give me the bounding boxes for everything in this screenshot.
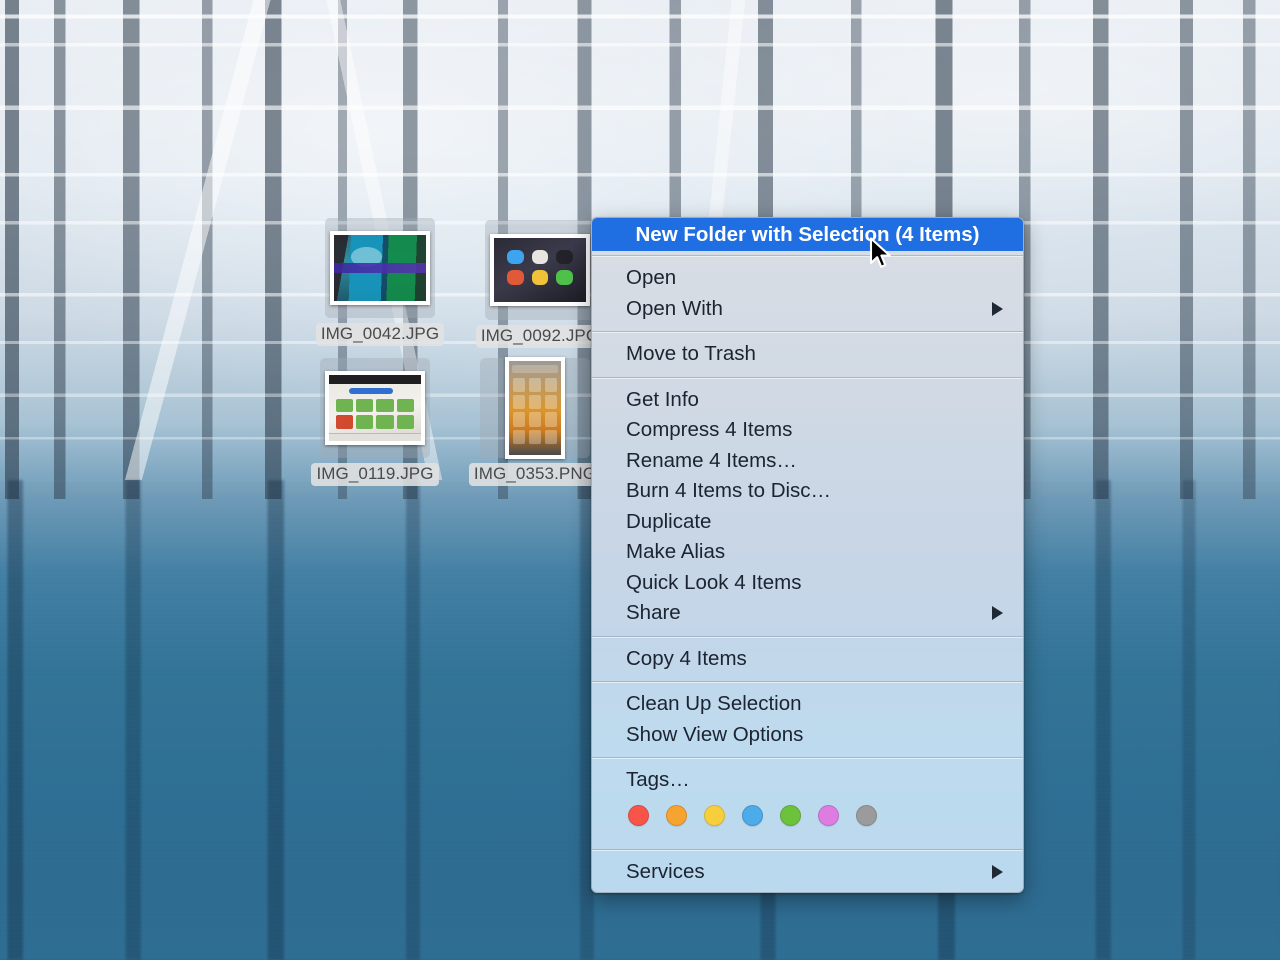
menu-item-copy[interactable]: Copy 4 Items <box>592 644 1023 675</box>
desktop-icon-img-0353[interactable]: IMG_0353.PNG <box>468 357 602 486</box>
menu-separator <box>592 376 1023 378</box>
tag-color-red[interactable] <box>628 804 649 826</box>
desktop-icon-img-0042[interactable]: IMG_0042.JPG <box>315 218 445 346</box>
menu-item-compress[interactable]: Compress 4 Items <box>592 415 1023 446</box>
menu-group-view: Clean Up Selection Show View Options <box>592 686 1023 753</box>
menu-item-label: New Folder with Selection (4 Items) <box>635 222 980 246</box>
submenu-arrow-icon <box>992 301 1003 316</box>
menu-group-services: Services <box>592 854 1023 891</box>
icon-label: IMG_0353.PNG <box>468 463 602 486</box>
thumbnail-frame <box>490 234 590 306</box>
menu-group-file-actions: Get Info Compress 4 Items Rename 4 Items… <box>592 382 1023 632</box>
menu-item-open-with[interactable]: Open With <box>592 294 1023 325</box>
menu-item-burn-to-disc[interactable]: Burn 4 Items to Disc… <box>592 476 1023 507</box>
tag-color-yellow[interactable] <box>704 804 725 826</box>
menu-item-services[interactable]: Services <box>592 857 1023 888</box>
menu-group-open: Open Open With <box>592 260 1023 327</box>
menu-item-label: Duplicate <box>626 509 712 533</box>
desktop-icon-img-0119[interactable]: IMG_0119.JPG <box>311 358 439 486</box>
tag-color-gray[interactable] <box>856 804 877 826</box>
thumbnail-image <box>509 361 561 455</box>
desktop-icon-img-0092[interactable]: IMG_0092.JPG <box>475 220 605 348</box>
icon-selection-highlight <box>485 220 595 320</box>
icon-selection-highlight <box>325 218 435 318</box>
menu-item-tags[interactable]: Tags… <box>592 765 1023 796</box>
icon-selection-highlight <box>480 357 590 459</box>
menu-item-label: Compress 4 Items <box>626 418 793 442</box>
icon-label: IMG_0042.JPG <box>315 323 445 346</box>
thumbnail-image <box>334 235 426 301</box>
submenu-arrow-icon <box>992 606 1003 621</box>
menu-item-label: Rename 4 Items… <box>626 448 797 472</box>
menu-item-duplicate[interactable]: Duplicate <box>592 507 1023 538</box>
menu-group-tags: Tags… <box>592 762 1023 845</box>
menu-item-clean-up-selection[interactable]: Clean Up Selection <box>592 689 1023 720</box>
menu-item-new-folder-with-selection[interactable]: New Folder with Selection (4 Items) <box>592 218 1023 251</box>
tag-color-swatches <box>592 796 1023 842</box>
menu-item-label: Quick Look 4 Items <box>626 570 802 594</box>
icon-label: IMG_0092.JPG <box>475 325 605 348</box>
menu-item-quick-look[interactable]: Quick Look 4 Items <box>592 568 1023 599</box>
menu-group-copy: Copy 4 Items <box>592 641 1023 678</box>
menu-item-label: Open With <box>626 296 723 320</box>
tag-color-purple[interactable] <box>818 804 839 826</box>
submenu-arrow-icon <box>992 864 1003 879</box>
menu-item-show-view-options[interactable]: Show View Options <box>592 720 1023 751</box>
menu-item-label: Open <box>626 266 677 290</box>
menu-item-label: Burn 4 Items to Disc… <box>626 479 832 503</box>
menu-item-label: Tags… <box>626 768 690 792</box>
thumbnail-image <box>494 238 586 302</box>
menu-item-label: Clean Up Selection <box>626 692 802 716</box>
menu-separator <box>592 848 1023 850</box>
thumbnail-frame <box>505 357 565 459</box>
menu-item-share[interactable]: Share <box>592 598 1023 629</box>
thumbnail-image <box>329 375 421 441</box>
menu-item-move-to-trash[interactable]: Move to Trash <box>592 339 1023 370</box>
menu-item-label: Move to Trash <box>626 342 756 366</box>
menu-item-label: Show View Options <box>626 722 804 746</box>
menu-item-open[interactable]: Open <box>592 263 1023 294</box>
thumbnail-app-icons <box>506 249 574 286</box>
menu-item-label: Get Info <box>626 387 699 411</box>
menu-separator <box>592 635 1023 637</box>
thumbnail-frame <box>330 231 430 305</box>
tag-color-orange[interactable] <box>666 804 687 826</box>
tag-color-green[interactable] <box>780 804 801 826</box>
tag-color-blue[interactable] <box>742 804 763 826</box>
icon-selection-highlight <box>320 358 430 458</box>
thumbnail-control-grid <box>513 377 557 444</box>
menu-group-trash: Move to Trash <box>592 336 1023 373</box>
menu-item-label: Services <box>626 859 705 883</box>
context-menu[interactable]: New Folder with Selection (4 Items) Open… <box>591 217 1024 893</box>
menu-item-label: Share <box>626 601 681 625</box>
menu-separator <box>592 757 1023 758</box>
icon-label: IMG_0119.JPG <box>311 463 439 486</box>
menu-separator <box>592 331 1023 332</box>
thumbnail-sticker-grid <box>336 398 414 430</box>
menu-item-rename[interactable]: Rename 4 Items… <box>592 446 1023 477</box>
thumbnail-frame <box>325 371 425 445</box>
menu-separator <box>592 255 1023 256</box>
menu-item-label: Make Alias <box>626 540 726 564</box>
thumbnail-accent-bar <box>349 388 394 395</box>
menu-item-get-info[interactable]: Get Info <box>592 385 1023 416</box>
menu-separator <box>592 681 1023 682</box>
menu-item-make-alias[interactable]: Make Alias <box>592 537 1023 568</box>
menu-item-label: Copy 4 Items <box>626 646 747 670</box>
